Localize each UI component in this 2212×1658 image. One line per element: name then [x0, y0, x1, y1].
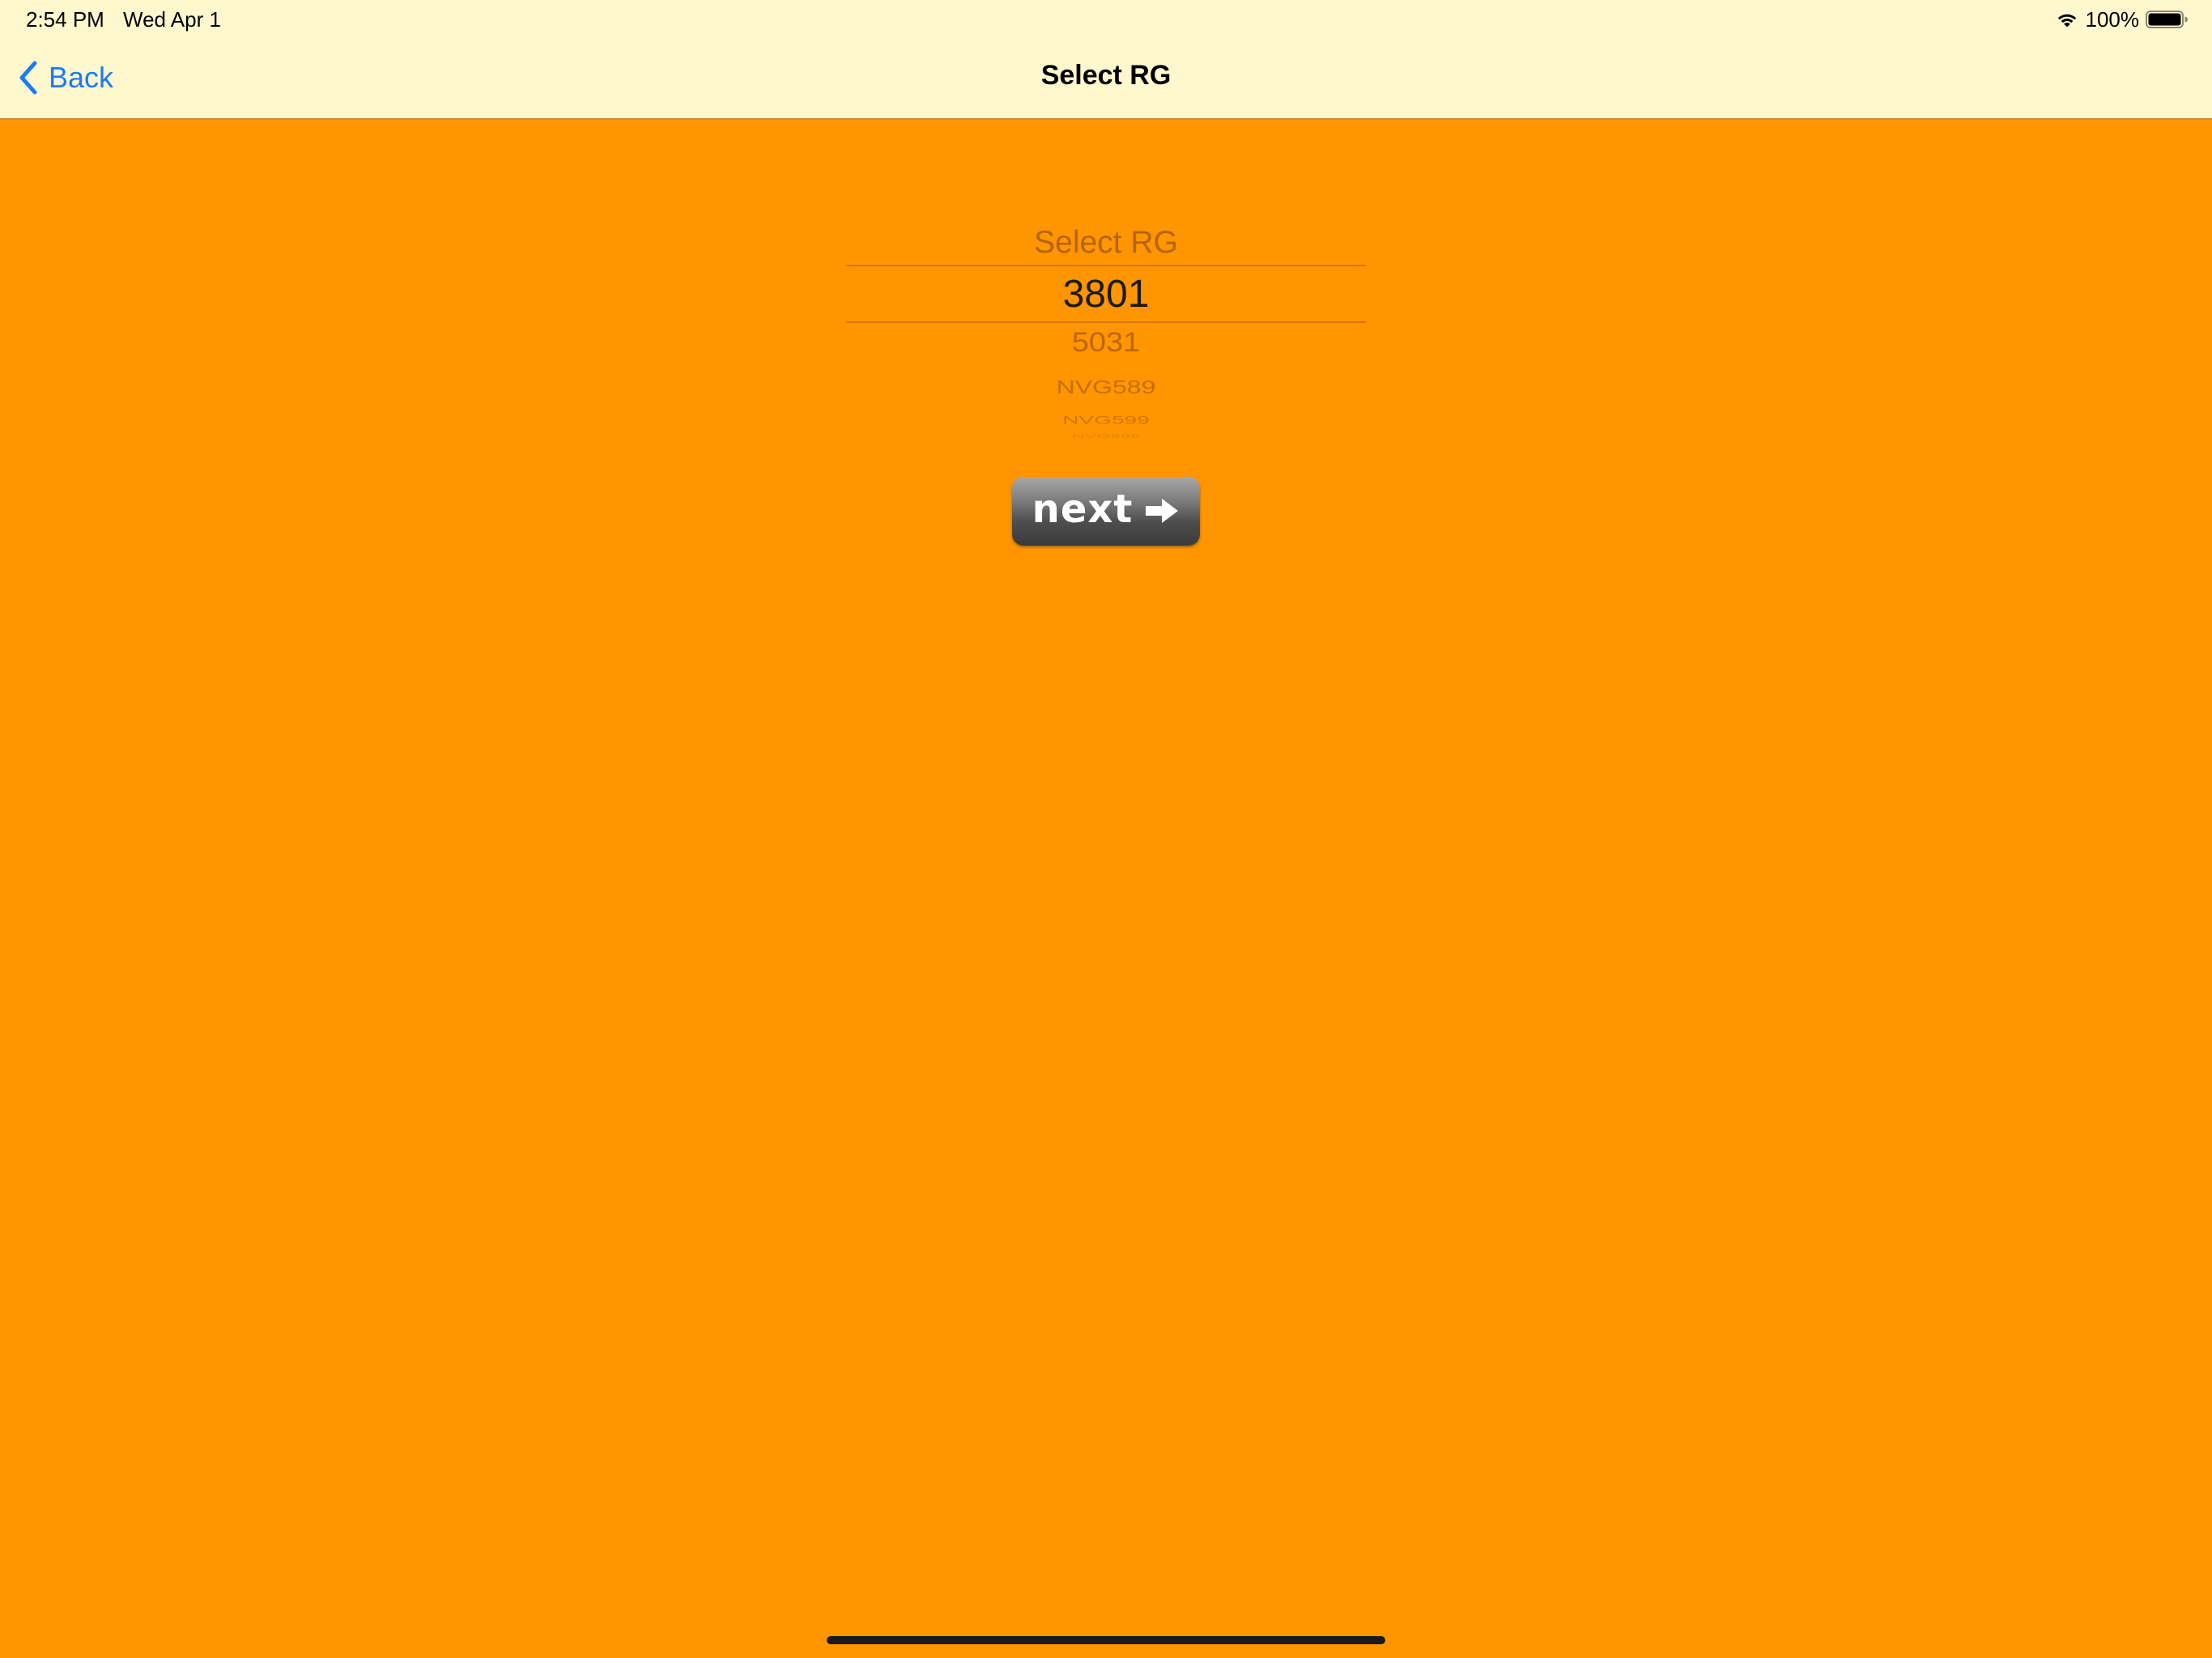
picker-option-selected[interactable]: 3801 — [846, 272, 1366, 317]
picker-option[interactable]: 5031 — [846, 327, 1366, 359]
picker-option[interactable]: NVG589 — [846, 376, 1366, 398]
picker-option[interactable]: NVG599 — [846, 414, 1366, 427]
next-button[interactable]: next — [1012, 477, 1200, 546]
top-bar: 2:54 PM Wed Apr 1 100% Back Select RG — [0, 0, 2212, 120]
picker-option[interactable]: NVG599 — [846, 433, 1366, 440]
wifi-icon — [2057, 14, 2076, 28]
home-indicator[interactable] — [827, 1636, 1385, 1644]
status-bar: 2:54 PM Wed Apr 1 100% — [0, 0, 2212, 39]
battery-icon — [2146, 11, 2188, 28]
picker-selection-line-bottom — [846, 321, 1366, 323]
navigation-bar: Back Select RG — [0, 39, 2212, 118]
page-title: Select RG — [1040, 60, 1172, 91]
picker-option[interactable]: Select RG — [846, 225, 1366, 261]
status-time: 2:54 PM — [26, 7, 104, 32]
picker-selection-line-top — [846, 265, 1366, 266]
arrow-right-icon — [1146, 498, 1179, 523]
battery-percentage: 100% — [2085, 6, 2140, 32]
status-date: Wed Apr 1 — [123, 7, 221, 32]
next-label: next — [1032, 486, 1134, 532]
rg-picker[interactable]: Select RG 3801 5031 NVG589 NVG599 NVG599 — [846, 219, 1366, 441]
status-indicators: 100% — [2055, 6, 2188, 32]
